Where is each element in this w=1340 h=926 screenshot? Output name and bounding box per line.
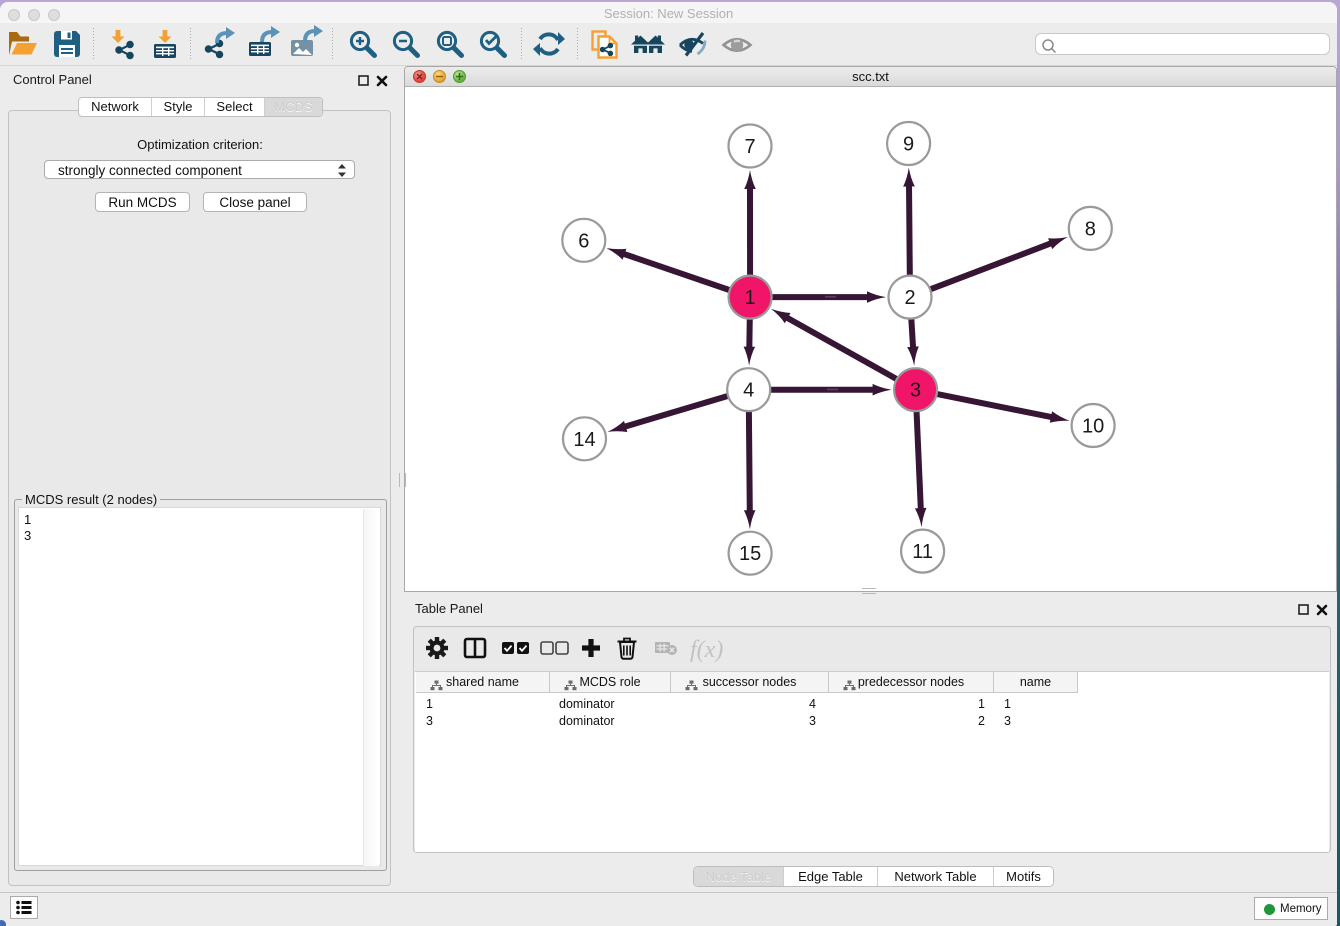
svg-text:7: 7 (744, 136, 755, 158)
svg-text:3: 3 (910, 380, 921, 402)
svg-text:14: 14 (573, 429, 595, 451)
svg-text:f(x): f(x) (690, 637, 723, 663)
svg-text:1: 1 (745, 287, 756, 309)
svg-text:4: 4 (743, 380, 754, 402)
svg-text:9: 9 (903, 134, 914, 156)
svg-text:8: 8 (1085, 218, 1096, 240)
svg-text:11: 11 (912, 541, 933, 563)
svg-text:15: 15 (739, 543, 761, 565)
svg-text:2: 2 (904, 287, 915, 309)
svg-text:10: 10 (1082, 416, 1104, 438)
svg-text:6: 6 (578, 230, 589, 252)
